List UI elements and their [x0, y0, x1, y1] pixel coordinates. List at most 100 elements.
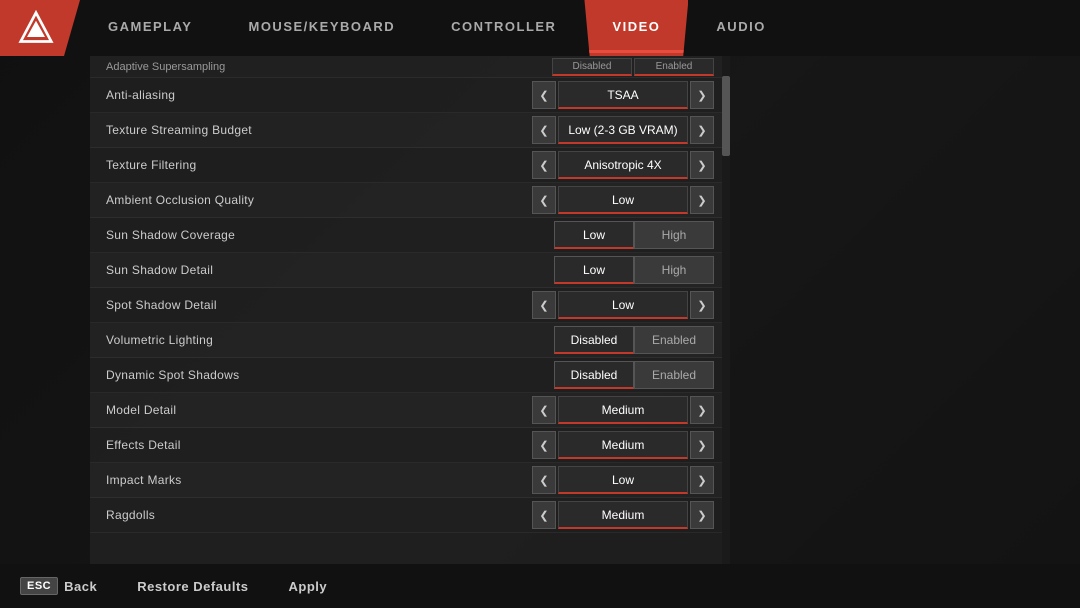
toggle-control-dynamic-spot-shadows: DisabledEnabled [554, 361, 714, 389]
toggle-btn-dynamic-spot-shadows-disabled[interactable]: Disabled [554, 361, 634, 389]
scrollbar-thumb[interactable] [722, 76, 730, 156]
arrow-control-impact-marks: ❮Low❯ [532, 466, 714, 494]
arrow-control-model-detail: ❮Medium❯ [532, 396, 714, 424]
arrow-left-texture-streaming-budget[interactable]: ❮ [532, 116, 556, 144]
arrow-left-ambient-occlusion-quality[interactable]: ❮ [532, 186, 556, 214]
arrow-control-ambient-occlusion-quality: ❮Low❯ [532, 186, 714, 214]
arrow-right-effects-detail[interactable]: ❯ [690, 431, 714, 459]
setting-row-anti-aliasing: Anti-aliasing ❮TSAA❯ [90, 78, 730, 113]
nav-tabs: GAMEPLAYMOUSE/KEYBOARDCONTROLLERVIDEOAUD… [80, 0, 1080, 56]
arrow-right-impact-marks[interactable]: ❯ [690, 466, 714, 494]
value-box-texture-streaming-budget: Low (2-3 GB VRAM) [558, 116, 688, 144]
partial-value-disabled: Disabled [552, 58, 632, 76]
arrow-left-impact-marks[interactable]: ❮ [532, 466, 556, 494]
arrow-control-anti-aliasing: ❮TSAA❯ [532, 81, 714, 109]
toggle-control-sun-shadow-coverage: LowHigh [554, 221, 714, 249]
setting-row-texture-streaming-budget: Texture Streaming Budget❮Low (2-3 GB VRA… [90, 113, 730, 148]
setting-label-texture-streaming-budget: Texture Streaming Budget [106, 123, 514, 137]
partial-row: Adaptive Supersampling Disabled Enabled [90, 56, 730, 78]
setting-row-impact-marks: Impact Marks ❮Low❯ [90, 463, 730, 498]
arrow-right-anti-aliasing[interactable]: ❯ [690, 81, 714, 109]
arrow-control-texture-filtering: ❮Anisotropic 4X❯ [532, 151, 714, 179]
toggle-btn-sun-shadow-detail-low[interactable]: Low [554, 256, 634, 284]
arrow-right-texture-filtering[interactable]: ❯ [690, 151, 714, 179]
arrow-right-texture-streaming-budget[interactable]: ❯ [690, 116, 714, 144]
key-badge-back: ESC [20, 577, 58, 595]
nav-tab-controller[interactable]: CONTROLLER [423, 0, 584, 56]
arrow-control-effects-detail: ❮Medium❯ [532, 431, 714, 459]
toggle-btn-sun-shadow-coverage-low[interactable]: Low [554, 221, 634, 249]
setting-control-anti-aliasing: ❮TSAA❯ [514, 81, 714, 109]
bottom-action-label-restore-defaults: Restore Defaults [137, 579, 248, 594]
arrow-left-anti-aliasing[interactable]: ❮ [532, 81, 556, 109]
toggle-btn-sun-shadow-detail-high[interactable]: High [634, 256, 714, 284]
partial-row-control: Disabled Enabled [552, 58, 714, 76]
left-panel [0, 56, 90, 564]
value-box-effects-detail: Medium [558, 431, 688, 459]
bottom-action-back[interactable]: ESC Back [20, 577, 97, 595]
nav-tab-audio[interactable]: AUDIO [688, 0, 793, 56]
setting-label-dynamic-spot-shadows: Dynamic Spot Shadows [106, 368, 514, 382]
bottom-action-label-back: Back [64, 579, 97, 594]
setting-control-sun-shadow-detail: LowHigh [514, 256, 714, 284]
nav-tab-mouse-keyboard[interactable]: MOUSE/KEYBOARD [220, 0, 423, 56]
toggle-btn-volumetric-lighting-disabled[interactable]: Disabled [554, 326, 634, 354]
arrow-left-texture-filtering[interactable]: ❮ [532, 151, 556, 179]
content-area: Adaptive Supersampling Disabled Enabled … [0, 56, 1080, 564]
value-box-ambient-occlusion-quality: Low [558, 186, 688, 214]
toggle-control-sun-shadow-detail: LowHigh [554, 256, 714, 284]
scrollbar-track[interactable] [722, 56, 730, 564]
apex-logo-icon [18, 10, 54, 46]
setting-row-spot-shadow-detail: Spot Shadow Detail ❮Low❯ [90, 288, 730, 323]
setting-row-volumetric-lighting: Volumetric LightingDisabledEnabled [90, 323, 730, 358]
bottom-action-apply[interactable]: Apply [289, 579, 328, 594]
value-box-ragdolls: Medium [558, 501, 688, 529]
arrow-left-spot-shadow-detail[interactable]: ❮ [532, 291, 556, 319]
setting-label-anti-aliasing: Anti-aliasing [106, 88, 514, 102]
arrow-control-spot-shadow-detail: ❮Low❯ [532, 291, 714, 319]
partial-value-enabled: Enabled [634, 58, 714, 76]
setting-label-sun-shadow-coverage: Sun Shadow Coverage [106, 228, 514, 242]
nav-tab-video[interactable]: VIDEO [584, 0, 688, 56]
setting-label-texture-filtering: Texture Filtering [106, 158, 514, 172]
setting-label-ambient-occlusion-quality: Ambient Occlusion Quality [106, 193, 514, 207]
setting-row-texture-filtering: Texture Filtering ❮Anisotropic 4X❯ [90, 148, 730, 183]
setting-control-sun-shadow-coverage: LowHigh [514, 221, 714, 249]
settings-panel: Adaptive Supersampling Disabled Enabled … [90, 56, 730, 564]
toggle-btn-volumetric-lighting-enabled[interactable]: Enabled [634, 326, 714, 354]
value-box-anti-aliasing: TSAA [558, 81, 688, 109]
arrow-right-ragdolls[interactable]: ❯ [690, 501, 714, 529]
toggle-btn-dynamic-spot-shadows-enabled[interactable]: Enabled [634, 361, 714, 389]
setting-label-impact-marks: Impact Marks [106, 473, 514, 487]
setting-row-sun-shadow-coverage: Sun Shadow Coverage LowHigh [90, 218, 730, 253]
arrow-right-ambient-occlusion-quality[interactable]: ❯ [690, 186, 714, 214]
arrow-left-effects-detail[interactable]: ❮ [532, 431, 556, 459]
toggle-control-volumetric-lighting: DisabledEnabled [554, 326, 714, 354]
arrow-left-ragdolls[interactable]: ❮ [532, 501, 556, 529]
setting-label-model-detail: Model Detail [106, 403, 514, 417]
arrow-right-spot-shadow-detail[interactable]: ❯ [690, 291, 714, 319]
setting-row-ragdolls: Ragdolls❮Medium❯ [90, 498, 730, 533]
setting-label-spot-shadow-detail: Spot Shadow Detail [106, 298, 514, 312]
bottom-action-restore-defaults[interactable]: Restore Defaults [137, 579, 248, 594]
value-box-model-detail: Medium [558, 396, 688, 424]
logo-area [0, 0, 80, 56]
bottom-action-label-apply: Apply [289, 579, 328, 594]
setting-control-texture-streaming-budget: ❮Low (2-3 GB VRAM)❯ [514, 116, 714, 144]
value-box-texture-filtering: Anisotropic 4X [558, 151, 688, 179]
setting-control-model-detail: ❮Medium❯ [514, 396, 714, 424]
setting-control-texture-filtering: ❮Anisotropic 4X❯ [514, 151, 714, 179]
arrow-control-ragdolls: ❮Medium❯ [532, 501, 714, 529]
arrow-right-model-detail[interactable]: ❯ [690, 396, 714, 424]
value-box-spot-shadow-detail: Low [558, 291, 688, 319]
value-box-impact-marks: Low [558, 466, 688, 494]
settings-list: Adaptive Supersampling Disabled Enabled … [90, 56, 730, 564]
nav-tab-gameplay[interactable]: GAMEPLAY [80, 0, 220, 56]
setting-row-sun-shadow-detail: Sun Shadow DetailLowHigh [90, 253, 730, 288]
toggle-btn-sun-shadow-coverage-high[interactable]: High [634, 221, 714, 249]
arrow-left-model-detail[interactable]: ❮ [532, 396, 556, 424]
partial-row-label: Adaptive Supersampling [106, 61, 552, 73]
nav-bar: GAMEPLAYMOUSE/KEYBOARDCONTROLLERVIDEOAUD… [0, 0, 1080, 56]
setting-row-effects-detail: Effects Detail ❮Medium❯ [90, 428, 730, 463]
setting-label-effects-detail: Effects Detail [106, 438, 514, 452]
